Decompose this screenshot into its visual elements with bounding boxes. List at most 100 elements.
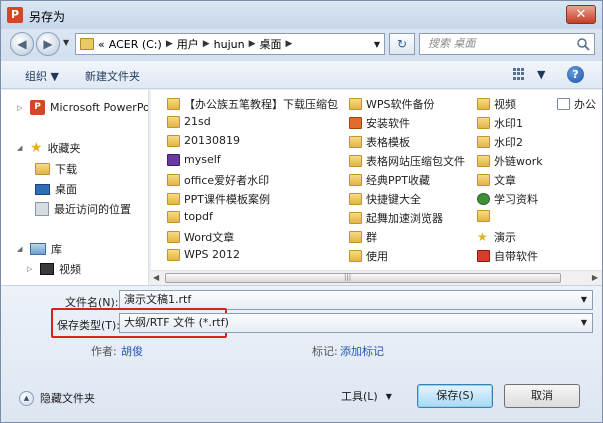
folder-icon [167,134,180,147]
item-label: 水印2 [494,136,523,149]
window-title: 另存为 [29,10,66,24]
item-label: 经典PPT收藏 [366,174,430,187]
collapse-arrow-icon[interactable]: ◢ [17,245,25,253]
item-label: 20130819 [184,134,240,147]
expand-arrow-icon[interactable]: ▷ [27,265,35,273]
save-options-panel: 文件名(N): 演示文稿1.rtf ▼ 保存类型(T): 大纲/RTF 文件 (… [1,285,602,422]
collapse-arrow-icon[interactable]: ◢ [17,144,25,152]
powerpoint-app-icon: P [7,7,23,23]
filename-field[interactable]: 演示文稿1.rtf ▼ [119,290,593,310]
author-value[interactable]: 胡俊 [121,343,143,359]
list-item[interactable]: 水印1 [477,115,523,131]
list-item[interactable]: myself [167,153,221,166]
organize-menu[interactable]: 组织 ▼ [25,68,59,84]
nav-item-downloads[interactable]: 下载 [35,161,77,177]
breadcrumb-user[interactable]: hujun [214,38,245,51]
folder-icon [349,250,362,262]
list-item[interactable]: 经典PPT收藏 [349,172,430,188]
list-item[interactable]: 快捷键大全 [349,191,421,207]
author-label: 作者: [91,345,117,358]
new-folder-button[interactable]: 新建文件夹 [85,68,140,84]
folder-icon [167,115,180,128]
chevron-right-icon[interactable]: ▶ [249,39,256,49]
desktop-icon [35,183,50,195]
cancel-button[interactable]: 取消 [504,384,580,408]
close-button[interactable]: ✕ [566,5,596,24]
save-button[interactable]: 保存(S) [417,384,493,408]
savetype-select[interactable]: 大纲/RTF 文件 (*.rtf) ▼ [119,313,593,333]
address-bar[interactable]: « ACER (C:) ▶ 用户 ▶ hujun ▶ 桌面 ▶ ▼ [75,33,385,55]
file-list: 【办公族五笔教程】下载压缩包 21sd 20130819 myself offi… [151,90,602,270]
list-item[interactable]: PPT课件模板案例 [167,191,270,207]
list-item[interactable]: 自带软件 [477,248,538,264]
nav-item-desktop[interactable]: 桌面 [35,181,77,197]
tools-menu[interactable]: 工具(L) ▼ [341,388,392,404]
list-item[interactable]: ★ 演示 [477,229,516,245]
list-item[interactable]: 办公 [557,96,596,112]
scrollbar-thumb[interactable] [165,273,561,283]
filename-value: 演示文稿1.rtf [124,293,192,306]
back-button[interactable]: ◀ [10,32,34,56]
item-label: WPS软件备份 [366,98,435,111]
recent-pages-dropdown[interactable]: ▼ [63,38,69,47]
list-item[interactable]: WPS 2012 [167,248,240,261]
list-item[interactable]: 20130819 [167,134,240,147]
help-icon[interactable]: ? [567,66,584,83]
list-item[interactable]: 学习资料 [477,191,538,207]
search-input[interactable]: 搜索 桌面 [419,33,595,55]
folder-icon [477,155,490,167]
tags-value[interactable]: 添加标记 [340,343,384,359]
breadcrumb-users[interactable]: 用户 [177,36,199,52]
list-item[interactable]: 【办公族五笔教程】下载压缩包 [167,96,338,112]
nav-item-label: Microsoft PowerPoint [50,101,149,114]
nav-item-videos[interactable]: ▷ 视频 [27,261,81,277]
chevron-right-icon[interactable]: ▶ [203,39,210,49]
chevron-down-icon[interactable]: ▼ [581,291,587,309]
chevron-right-icon[interactable]: ▶ [286,39,293,49]
list-item[interactable]: 表格网站压缩包文件 [349,153,465,169]
chevron-right-icon[interactable]: ▶ [166,39,173,49]
breadcrumb-desktop[interactable]: 桌面 [260,36,282,52]
list-item[interactable] [477,210,494,222]
list-item[interactable]: 水印2 [477,134,523,150]
list-item[interactable]: WPS软件备份 [349,96,435,112]
search-icon [577,38,590,51]
chevron-down-icon[interactable]: ▼ [374,40,380,49]
horizontal-scrollbar[interactable]: ◀ ||| ▶ [151,270,602,285]
breadcrumb-overflow[interactable]: « [98,38,105,51]
chevron-down-icon[interactable]: ▼ [581,314,587,332]
folder-icon [167,231,180,243]
list-item[interactable]: 文章 [477,172,516,188]
list-item[interactable]: 外链work [477,153,543,169]
hide-folders-toggle[interactable]: ▲ 隐藏文件夹 [19,390,95,406]
folder-icon [349,136,362,148]
scrollbar-grip-icon: ||| [344,273,352,281]
list-item[interactable]: 群 [349,229,377,245]
list-item[interactable]: 起舞加速浏览器 [349,210,443,226]
list-item[interactable]: topdf [167,210,213,223]
list-item[interactable]: 安装软件 [349,115,410,131]
list-item[interactable]: 21sd [167,115,211,128]
hide-folders-label: 隐藏文件夹 [40,392,95,405]
list-item[interactable]: office爱好者水印 [167,172,269,188]
expand-arrow-icon[interactable]: ▷ [17,104,25,112]
list-item[interactable]: Word文章 [167,229,234,245]
forward-button[interactable]: ▶ [36,32,60,56]
view-dropdown-arrow[interactable]: ▼ [537,68,545,81]
list-item[interactable]: 视频 [477,96,516,112]
view-options-icon[interactable] [513,68,527,80]
list-item[interactable]: 表格模板 [349,134,410,150]
scroll-left-icon[interactable]: ◀ [153,273,159,282]
nav-item-powerpoint[interactable]: ▷ P Microsoft PowerPoint [17,100,149,115]
scroll-right-icon[interactable]: ▶ [592,273,598,282]
nav-item-recent-places[interactable]: 最近访问的位置 [35,201,131,217]
refresh-button[interactable]: ↻ [389,33,415,55]
item-label: 水印1 [494,117,523,130]
breadcrumb-drive[interactable]: ACER (C:) [109,38,162,51]
nav-item-libraries[interactable]: ◢ 库 [17,241,62,257]
nav-item-favorites[interactable]: ◢ ★ 收藏夹 [17,140,81,156]
folder-icon [349,193,362,205]
list-item[interactable]: 使用 [349,248,388,264]
folder-icon [477,174,490,186]
item-label: 快捷键大全 [366,193,421,206]
